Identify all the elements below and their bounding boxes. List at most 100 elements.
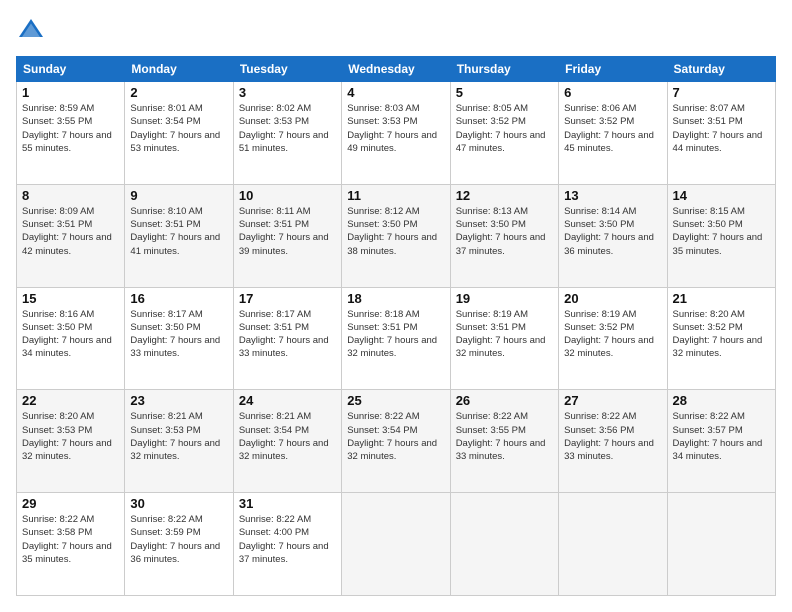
day-info: Sunrise: 8:02 AM Sunset: 3:53 PM Dayligh… — [239, 102, 336, 155]
calendar-cell — [342, 493, 450, 596]
calendar-cell: 20 Sunrise: 8:19 AM Sunset: 3:52 PM Dayl… — [559, 287, 667, 390]
day-number: 26 — [456, 393, 553, 408]
calendar-cell: 26 Sunrise: 8:22 AM Sunset: 3:55 PM Dayl… — [450, 390, 558, 493]
day-number: 13 — [564, 188, 661, 203]
day-number: 14 — [673, 188, 770, 203]
logo — [16, 16, 50, 46]
calendar-cell: 7 Sunrise: 8:07 AM Sunset: 3:51 PM Dayli… — [667, 82, 775, 185]
day-number: 12 — [456, 188, 553, 203]
day-number: 6 — [564, 85, 661, 100]
day-info: Sunrise: 8:22 AM Sunset: 3:58 PM Dayligh… — [22, 513, 119, 566]
day-info: Sunrise: 8:59 AM Sunset: 3:55 PM Dayligh… — [22, 102, 119, 155]
day-number: 10 — [239, 188, 336, 203]
day-number: 24 — [239, 393, 336, 408]
day-number: 3 — [239, 85, 336, 100]
weekday-friday: Friday — [559, 57, 667, 82]
week-row-2: 8 Sunrise: 8:09 AM Sunset: 3:51 PM Dayli… — [17, 184, 776, 287]
calendar-cell: 21 Sunrise: 8:20 AM Sunset: 3:52 PM Dayl… — [667, 287, 775, 390]
calendar-cell: 25 Sunrise: 8:22 AM Sunset: 3:54 PM Dayl… — [342, 390, 450, 493]
weekday-thursday: Thursday — [450, 57, 558, 82]
day-number: 21 — [673, 291, 770, 306]
calendar-cell: 17 Sunrise: 8:17 AM Sunset: 3:51 PM Dayl… — [233, 287, 341, 390]
day-info: Sunrise: 8:17 AM Sunset: 3:50 PM Dayligh… — [130, 308, 227, 361]
day-info: Sunrise: 8:13 AM Sunset: 3:50 PM Dayligh… — [456, 205, 553, 258]
day-number: 15 — [22, 291, 119, 306]
calendar-cell: 9 Sunrise: 8:10 AM Sunset: 3:51 PM Dayli… — [125, 184, 233, 287]
calendar-cell: 28 Sunrise: 8:22 AM Sunset: 3:57 PM Dayl… — [667, 390, 775, 493]
calendar-cell: 24 Sunrise: 8:21 AM Sunset: 3:54 PM Dayl… — [233, 390, 341, 493]
calendar-cell: 22 Sunrise: 8:20 AM Sunset: 3:53 PM Dayl… — [17, 390, 125, 493]
day-number: 30 — [130, 496, 227, 511]
weekday-header-row: SundayMondayTuesdayWednesdayThursdayFrid… — [17, 57, 776, 82]
day-number: 22 — [22, 393, 119, 408]
day-number: 16 — [130, 291, 227, 306]
weekday-saturday: Saturday — [667, 57, 775, 82]
calendar-cell: 6 Sunrise: 8:06 AM Sunset: 3:52 PM Dayli… — [559, 82, 667, 185]
calendar-cell: 1 Sunrise: 8:59 AM Sunset: 3:55 PM Dayli… — [17, 82, 125, 185]
calendar-cell — [559, 493, 667, 596]
day-info: Sunrise: 8:10 AM Sunset: 3:51 PM Dayligh… — [130, 205, 227, 258]
day-number: 5 — [456, 85, 553, 100]
day-info: Sunrise: 8:03 AM Sunset: 3:53 PM Dayligh… — [347, 102, 444, 155]
day-info: Sunrise: 8:05 AM Sunset: 3:52 PM Dayligh… — [456, 102, 553, 155]
day-number: 18 — [347, 291, 444, 306]
day-info: Sunrise: 8:22 AM Sunset: 4:00 PM Dayligh… — [239, 513, 336, 566]
calendar-cell: 16 Sunrise: 8:17 AM Sunset: 3:50 PM Dayl… — [125, 287, 233, 390]
calendar-cell: 18 Sunrise: 8:18 AM Sunset: 3:51 PM Dayl… — [342, 287, 450, 390]
day-number: 17 — [239, 291, 336, 306]
day-info: Sunrise: 8:15 AM Sunset: 3:50 PM Dayligh… — [673, 205, 770, 258]
day-number: 2 — [130, 85, 227, 100]
day-info: Sunrise: 8:21 AM Sunset: 3:53 PM Dayligh… — [130, 410, 227, 463]
day-info: Sunrise: 8:22 AM Sunset: 3:55 PM Dayligh… — [456, 410, 553, 463]
calendar-cell: 3 Sunrise: 8:02 AM Sunset: 3:53 PM Dayli… — [233, 82, 341, 185]
day-number: 9 — [130, 188, 227, 203]
calendar-cell: 15 Sunrise: 8:16 AM Sunset: 3:50 PM Dayl… — [17, 287, 125, 390]
day-info: Sunrise: 8:19 AM Sunset: 3:51 PM Dayligh… — [456, 308, 553, 361]
day-number: 4 — [347, 85, 444, 100]
calendar-cell: 5 Sunrise: 8:05 AM Sunset: 3:52 PM Dayli… — [450, 82, 558, 185]
day-info: Sunrise: 8:16 AM Sunset: 3:50 PM Dayligh… — [22, 308, 119, 361]
week-row-5: 29 Sunrise: 8:22 AM Sunset: 3:58 PM Dayl… — [17, 493, 776, 596]
day-number: 25 — [347, 393, 444, 408]
calendar-cell: 19 Sunrise: 8:19 AM Sunset: 3:51 PM Dayl… — [450, 287, 558, 390]
calendar-table: SundayMondayTuesdayWednesdayThursdayFrid… — [16, 56, 776, 596]
calendar-cell: 11 Sunrise: 8:12 AM Sunset: 3:50 PM Dayl… — [342, 184, 450, 287]
calendar-cell: 4 Sunrise: 8:03 AM Sunset: 3:53 PM Dayli… — [342, 82, 450, 185]
week-row-1: 1 Sunrise: 8:59 AM Sunset: 3:55 PM Dayli… — [17, 82, 776, 185]
day-number: 20 — [564, 291, 661, 306]
calendar-cell: 8 Sunrise: 8:09 AM Sunset: 3:51 PM Dayli… — [17, 184, 125, 287]
day-info: Sunrise: 8:12 AM Sunset: 3:50 PM Dayligh… — [347, 205, 444, 258]
day-number: 7 — [673, 85, 770, 100]
day-number: 11 — [347, 188, 444, 203]
day-number: 28 — [673, 393, 770, 408]
calendar-cell: 14 Sunrise: 8:15 AM Sunset: 3:50 PM Dayl… — [667, 184, 775, 287]
weekday-sunday: Sunday — [17, 57, 125, 82]
calendar-cell: 30 Sunrise: 8:22 AM Sunset: 3:59 PM Dayl… — [125, 493, 233, 596]
day-info: Sunrise: 8:06 AM Sunset: 3:52 PM Dayligh… — [564, 102, 661, 155]
day-info: Sunrise: 8:14 AM Sunset: 3:50 PM Dayligh… — [564, 205, 661, 258]
day-number: 29 — [22, 496, 119, 511]
day-info: Sunrise: 8:21 AM Sunset: 3:54 PM Dayligh… — [239, 410, 336, 463]
header — [16, 16, 776, 46]
calendar-cell — [667, 493, 775, 596]
day-number: 27 — [564, 393, 661, 408]
day-info: Sunrise: 8:20 AM Sunset: 3:52 PM Dayligh… — [673, 308, 770, 361]
logo-icon — [16, 16, 46, 46]
calendar-cell: 2 Sunrise: 8:01 AM Sunset: 3:54 PM Dayli… — [125, 82, 233, 185]
calendar-cell: 27 Sunrise: 8:22 AM Sunset: 3:56 PM Dayl… — [559, 390, 667, 493]
day-number: 1 — [22, 85, 119, 100]
page: SundayMondayTuesdayWednesdayThursdayFrid… — [0, 0, 792, 612]
day-number: 19 — [456, 291, 553, 306]
calendar-cell: 12 Sunrise: 8:13 AM Sunset: 3:50 PM Dayl… — [450, 184, 558, 287]
weekday-wednesday: Wednesday — [342, 57, 450, 82]
day-info: Sunrise: 8:22 AM Sunset: 3:57 PM Dayligh… — [673, 410, 770, 463]
day-info: Sunrise: 8:22 AM Sunset: 3:54 PM Dayligh… — [347, 410, 444, 463]
weekday-tuesday: Tuesday — [233, 57, 341, 82]
day-number: 31 — [239, 496, 336, 511]
week-row-4: 22 Sunrise: 8:20 AM Sunset: 3:53 PM Dayl… — [17, 390, 776, 493]
week-row-3: 15 Sunrise: 8:16 AM Sunset: 3:50 PM Dayl… — [17, 287, 776, 390]
calendar-cell: 10 Sunrise: 8:11 AM Sunset: 3:51 PM Dayl… — [233, 184, 341, 287]
calendar-cell — [450, 493, 558, 596]
calendar-cell: 29 Sunrise: 8:22 AM Sunset: 3:58 PM Dayl… — [17, 493, 125, 596]
day-info: Sunrise: 8:19 AM Sunset: 3:52 PM Dayligh… — [564, 308, 661, 361]
